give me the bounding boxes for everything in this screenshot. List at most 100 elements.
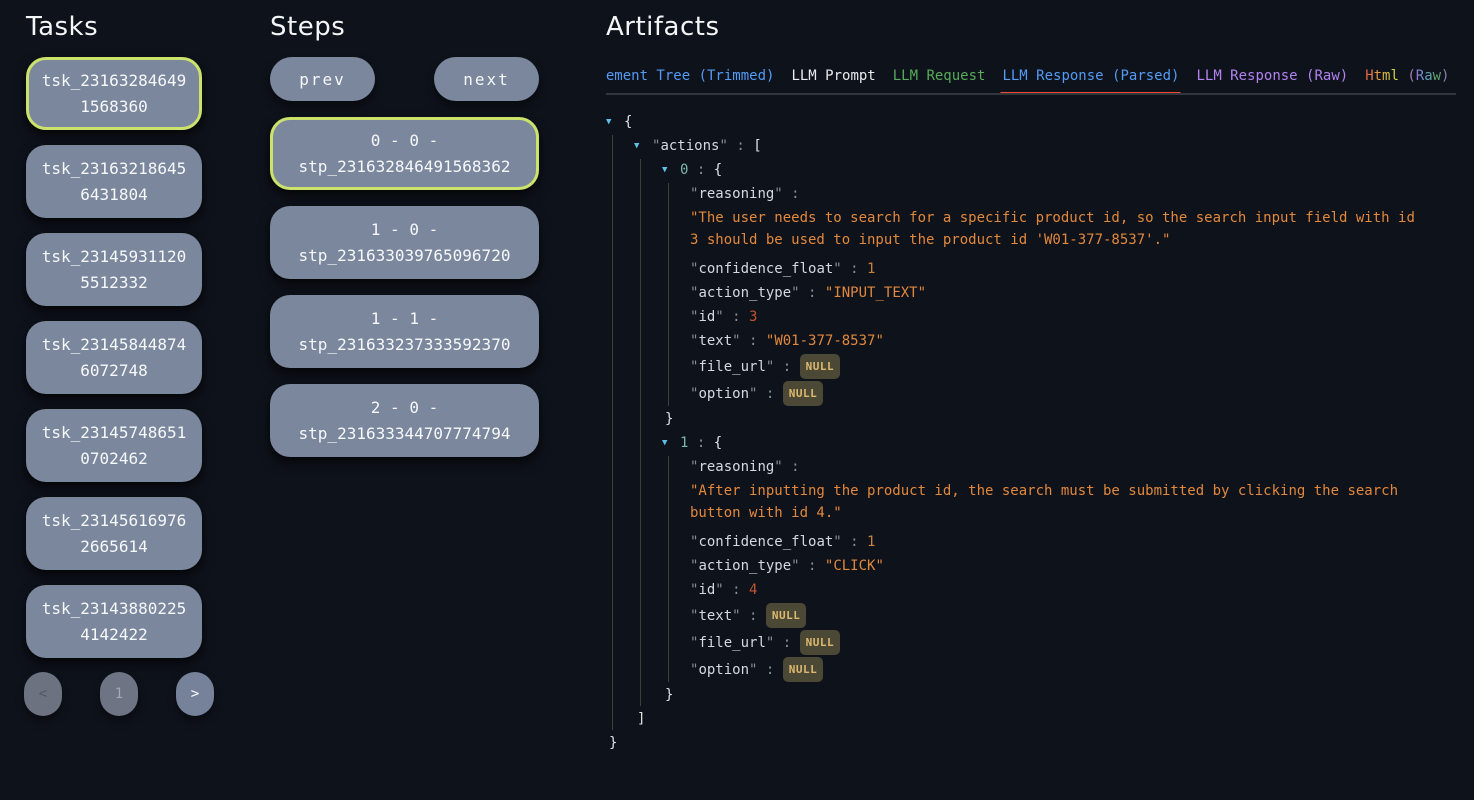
collapse-arrow-icon[interactable]: ▼ xyxy=(662,432,680,454)
json-string: "CLICK" xyxy=(825,558,884,574)
json-key: text xyxy=(698,333,732,349)
json-number: 4 xyxy=(749,582,757,598)
json-key: file_url xyxy=(698,359,765,375)
json-close-bracket: ] xyxy=(634,708,1456,730)
step-button[interactable]: 0 - 0 -stp_231632846491568362 xyxy=(270,117,539,190)
artifacts-tabs: Element Tree (Trimmed) LLM Prompt LLM Requ… xyxy=(606,68,1456,95)
json-property-row: "id" : 3 xyxy=(690,306,1456,328)
json-string: "INPUT_TEXT" xyxy=(825,285,926,301)
task-button[interactable]: tsk_231458448746072748 xyxy=(26,321,202,394)
json-property-row: "file_url" : NULL xyxy=(690,630,1456,655)
json-object-open: ▼0 : { xyxy=(662,159,1456,181)
json-property-row: "confidence_float" : 1 xyxy=(690,531,1456,553)
json-key: reasoning xyxy=(698,459,774,475)
json-key: file_url xyxy=(698,635,765,651)
task-button[interactable]: tsk_231438802254142422 xyxy=(26,585,202,658)
null-badge: NULL xyxy=(783,657,824,682)
tab-llm-response-parsed[interactable]: LLM Response (Parsed) xyxy=(1002,68,1179,84)
json-string-block: "After inputting the product id, the sea… xyxy=(690,480,1422,524)
step-list: 0 - 0 -stp_2316328464915683621 - 0 -stp_… xyxy=(270,117,539,457)
step-button-line1: 0 - 0 - xyxy=(371,128,438,154)
null-badge: NULL xyxy=(783,381,824,406)
tab-html-raw[interactable]: Html (Raw) xyxy=(1365,68,1449,84)
json-string-block: "The user needs to search for a specific… xyxy=(690,207,1422,251)
step-button-line1: 2 - 0 - xyxy=(371,395,438,421)
tasks-pagination: < 1 > xyxy=(24,672,214,716)
json-property-row: "text" : NULL xyxy=(690,603,1456,628)
next-page-button[interactable]: > xyxy=(176,672,214,716)
task-button[interactable]: tsk_231459311205512332 xyxy=(26,233,202,306)
json-property-row: "option" : NULL xyxy=(690,657,1456,682)
json-property-row: "action_type" : "CLICK" xyxy=(690,555,1456,577)
step-button-line2: stp_231633039765096720 xyxy=(299,243,511,269)
step-button-line2: stp_231632846491568362 xyxy=(299,154,511,180)
json-key: actions xyxy=(660,138,719,154)
json-array-open: ▼"actions" : [ xyxy=(634,135,1456,157)
task-button[interactable]: tsk_231457486510702462 xyxy=(26,409,202,482)
json-children: ▼"actions" : [▼0 : {"reasoning" : "The u… xyxy=(612,135,1456,730)
collapse-arrow-icon[interactable]: ▼ xyxy=(662,159,680,181)
null-badge: NULL xyxy=(766,603,807,628)
steps-nav: prev next xyxy=(270,57,539,101)
steps-panel: Steps prev next 0 - 0 -stp_2316328464915… xyxy=(270,0,539,457)
json-key: text xyxy=(698,608,732,624)
json-key-row: "reasoning" : xyxy=(690,183,1456,205)
step-button-line2: stp_231633344707774794 xyxy=(299,421,511,447)
steps-title: Steps xyxy=(270,12,539,42)
json-property-row: "id" : 4 xyxy=(690,579,1456,601)
task-list: tsk_231632846491568360 tsk_23163218645643… xyxy=(26,57,202,658)
json-viewer: ▼{▼"actions" : [▼0 : {"reasoning" : "The… xyxy=(606,111,1456,754)
task-button[interactable]: tsk_231632186456431804 xyxy=(26,145,202,218)
step-button-line1: 1 - 1 - xyxy=(371,306,438,332)
json-property-row: "action_type" : "INPUT_TEXT" xyxy=(690,282,1456,304)
json-number: 1 xyxy=(867,534,875,550)
tab-llm-prompt[interactable]: LLM Prompt xyxy=(791,68,875,84)
json-key: reasoning xyxy=(698,186,774,202)
json-key: confidence_float xyxy=(698,261,833,277)
steps-prev-button[interactable]: prev xyxy=(270,57,375,101)
json-key: action_type xyxy=(698,558,791,574)
step-button-line1: 1 - 0 - xyxy=(371,217,438,243)
collapse-arrow-icon[interactable]: ▼ xyxy=(634,135,652,157)
artifacts-panel: Artifacts Element Tree (Trimmed) LLM Prom… xyxy=(606,0,1456,756)
json-number: 3 xyxy=(749,309,757,325)
json-object-open: ▼{ xyxy=(606,111,1456,133)
tab-llm-response-raw[interactable]: LLM Response (Raw) xyxy=(1196,68,1348,84)
step-button[interactable]: 1 - 1 -stp_231633237333592370 xyxy=(270,295,539,368)
json-close-bracket: } xyxy=(606,732,1456,754)
json-key: id xyxy=(698,582,715,598)
json-property-row: "confidence_float" : 1 xyxy=(690,258,1456,280)
json-children: "reasoning" : "After inputting the produ… xyxy=(668,456,1456,682)
current-page-button[interactable]: 1 xyxy=(100,672,138,716)
json-children: ▼0 : {"reasoning" : "The user needs to s… xyxy=(640,159,1456,706)
null-badge: NULL xyxy=(800,630,841,655)
json-property-row: "file_url" : NULL xyxy=(690,354,1456,379)
steps-next-button[interactable]: next xyxy=(434,57,539,101)
json-string: "W01-377-8537" xyxy=(766,333,884,349)
step-button[interactable]: 2 - 0 -stp_231633344707774794 xyxy=(270,384,539,457)
json-key: option xyxy=(698,662,749,678)
json-close-bracket: } xyxy=(662,408,1456,430)
null-badge: NULL xyxy=(800,354,841,379)
json-key: action_type xyxy=(698,285,791,301)
artifacts-title: Artifacts xyxy=(606,12,1456,42)
json-key-row: "reasoning" : xyxy=(690,456,1456,478)
json-key: option xyxy=(698,386,749,402)
step-button[interactable]: 1 - 0 -stp_231633039765096720 xyxy=(270,206,539,279)
json-key: confidence_float xyxy=(698,534,833,550)
step-button-line2: stp_231633237333592370 xyxy=(299,332,511,358)
tab-element-tree-trimmed[interactable]: Element Tree (Trimmed) xyxy=(606,68,774,84)
json-property-row: "option" : NULL xyxy=(690,381,1456,406)
json-object-open: ▼1 : { xyxy=(662,432,1456,454)
json-children: "reasoning" : "The user needs to search … xyxy=(668,183,1456,406)
collapse-arrow-icon[interactable]: ▼ xyxy=(606,111,624,133)
tasks-title: Tasks xyxy=(26,12,202,42)
tasks-panel: Tasks tsk_231632846491568360 tsk_23163218… xyxy=(26,0,202,716)
tab-llm-request[interactable]: LLM Request xyxy=(893,68,986,84)
json-key: id xyxy=(698,309,715,325)
json-close-bracket: } xyxy=(662,684,1456,706)
json-property-row: "text" : "W01-377-8537" xyxy=(690,330,1456,352)
task-button[interactable]: tsk_231632846491568360 xyxy=(26,57,202,130)
prev-page-button[interactable]: < xyxy=(24,672,62,716)
task-button[interactable]: tsk_231456169762665614 xyxy=(26,497,202,570)
